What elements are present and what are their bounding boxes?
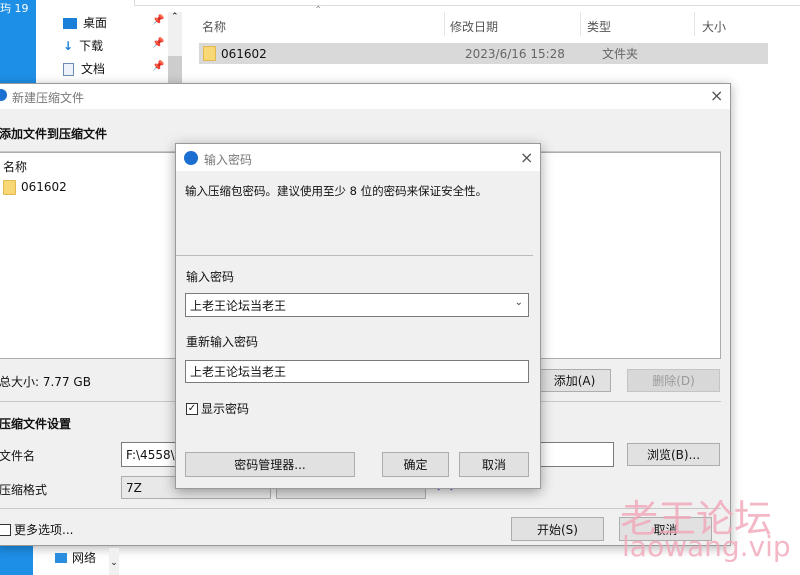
address-bar-edge — [134, 0, 800, 6]
folder-icon — [203, 46, 216, 61]
network-label: 网络 — [72, 551, 97, 565]
file-name: 061602 — [221, 46, 267, 61]
browse-button[interactable]: 浏览(B)... — [627, 443, 720, 466]
column-header-name[interactable]: 名称 — [202, 18, 226, 35]
network-icon — [55, 552, 67, 563]
title-bar: 输入密码 × — [176, 144, 540, 171]
total-size: 总大小: 7.77 GB — [0, 375, 91, 389]
watermark-url: laowang.vip — [622, 530, 791, 563]
column-header-size[interactable]: 大小 — [702, 18, 726, 35]
document-icon — [63, 63, 74, 76]
file-modified: 2023/6/16 15:28 — [465, 46, 565, 61]
password-dialog: 输入密码 × 输入压缩包密码。建议使用至少 8 位的密码来保证安全性。 输入密码… — [175, 143, 541, 489]
download-icon: ↓ — [63, 39, 74, 53]
password-value: 上老王论坛当老王 — [190, 298, 287, 313]
list-item[interactable]: 061602 — [3, 180, 67, 195]
list-item-name: 061602 — [21, 180, 67, 194]
start-button[interactable]: 开始(S) — [511, 517, 604, 541]
title-bar: 新建压缩文件 × — [0, 84, 730, 109]
confirm-label: 重新输入密码 — [186, 335, 259, 349]
nav-scrollbar[interactable]: ⌃ — [168, 12, 182, 85]
app-logo-icon — [184, 151, 198, 165]
pin-icon[interactable]: 📌 — [152, 61, 164, 72]
delete-button[interactable]: 删除(D) — [627, 369, 720, 392]
column-header-type[interactable]: 类型 — [587, 18, 611, 35]
close-icon[interactable]: × — [710, 86, 723, 105]
nav-item-network[interactable]: 网络 — [55, 549, 96, 566]
section-settings-heading: 压缩文件设置 — [0, 417, 72, 431]
checkbox-icon[interactable] — [0, 523, 11, 536]
dialog-title: 新建压缩文件 — [12, 91, 85, 105]
show-password-checkbox[interactable]: ✓ 显示密码 — [186, 400, 249, 417]
desktop-background-bottom — [0, 545, 33, 575]
sort-up-icon: ⌃ — [314, 5, 323, 16]
app-logo-icon — [0, 89, 7, 101]
nav-scroll-down[interactable]: ⌄ — [109, 548, 119, 575]
password-combo[interactable]: 上老王论坛当老王 ⌄ — [185, 293, 529, 317]
ok-button[interactable]: 确定 — [382, 452, 449, 477]
explorer-window: 桌面 ↓ 下载 文档 📌 📌 📌 ⌃ ⌃ 名称 修改日期 类型 大小 061602… — [36, 0, 800, 85]
scroll-up-icon: ⌃ — [171, 12, 179, 22]
confirm-password-input[interactable]: 上老王论坛当老王 — [185, 360, 529, 383]
folder-icon — [3, 180, 16, 195]
more-options-checkbox[interactable]: 更多选项... — [0, 521, 73, 538]
column-header-modified[interactable]: 修改日期 — [450, 18, 498, 35]
checkbox-checked-icon[interactable]: ✓ — [186, 402, 198, 415]
close-icon[interactable]: × — [520, 148, 533, 167]
file-row[interactable]: 061602 2023/6/16 15:28 文件夹 — [199, 43, 768, 64]
nav-label: 桌面 — [83, 16, 108, 30]
pin-icon[interactable]: 📌 — [152, 15, 164, 26]
format-label: 压缩格式 — [0, 483, 48, 497]
nav-label: 下载 — [79, 39, 104, 53]
pin-icon[interactable]: 📌 — [152, 38, 164, 49]
cancel-button[interactable]: 取消 — [459, 452, 529, 477]
chevron-down-icon[interactable]: ⌄ — [515, 297, 523, 308]
list-header-name[interactable]: 名称 — [3, 158, 27, 175]
filename-label: 文件名 — [0, 449, 36, 463]
file-type: 文件夹 — [602, 47, 639, 61]
description: 输入压缩包密码。建议使用至少 8 位的密码来保证安全性。 — [185, 184, 488, 198]
password-manager-button[interactable]: 密码管理器... — [185, 452, 355, 477]
nav-item-desktop[interactable]: 桌面 — [63, 14, 183, 31]
desktop-icon — [63, 18, 77, 29]
more-options-label: 更多选项... — [14, 523, 74, 537]
nav-item-downloads[interactable]: ↓ 下载 — [63, 37, 183, 54]
desktop-icon-label: 玙 19 — [0, 2, 29, 15]
section-add-heading: 添加文件到压缩文件 — [0, 127, 108, 141]
nav-item-documents[interactable]: 文档 — [63, 60, 183, 77]
nav-label: 文档 — [81, 62, 106, 76]
add-button[interactable]: 添加(A) — [538, 369, 611, 392]
dialog-title: 输入密码 — [204, 153, 253, 167]
show-password-label: 显示密码 — [201, 402, 250, 416]
password-label: 输入密码 — [186, 270, 235, 284]
